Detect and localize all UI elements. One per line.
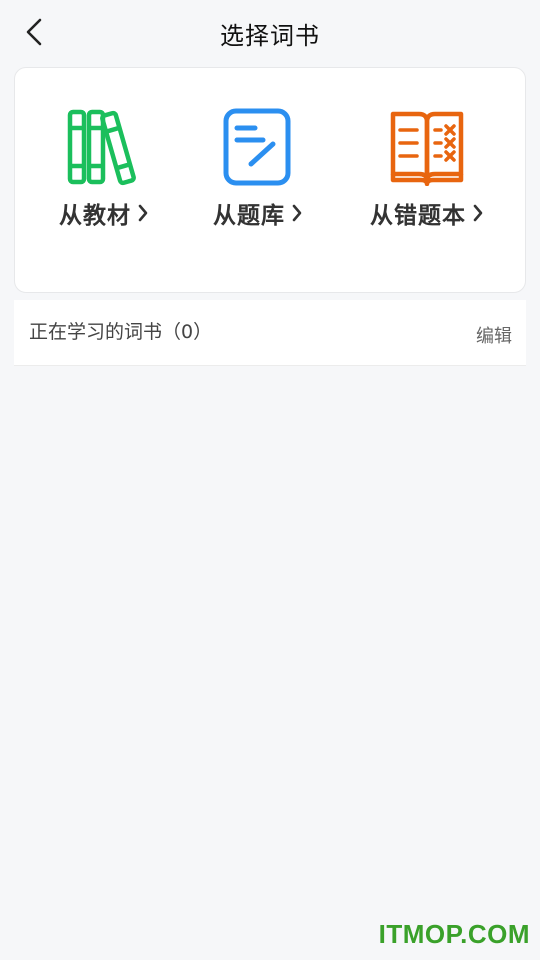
studying-section-header: 正在学习的词书（0） 编辑: [14, 300, 526, 366]
from-error-notebook-option[interactable]: 从错题本: [357, 108, 497, 229]
chevron-right-icon: [137, 203, 149, 223]
watermark: ITMOP.COM: [378, 919, 530, 949]
studying-title: 正在学习的词书（0）: [29, 321, 213, 343]
chevron-right-icon: [291, 203, 303, 223]
from-question-bank-label: 从题库: [213, 203, 285, 229]
screen: 选择词书 从教材 从题库 从错题本 正在学习的词书（0） 编辑 ITMOP.CO…: [0, 0, 540, 960]
books-icon: [66, 108, 142, 188]
from-textbook-option[interactable]: 从教材: [39, 108, 169, 229]
top-bar: 选择词书: [0, 0, 540, 66]
source-card: 从教材 从题库 从错题本: [14, 67, 526, 293]
open-book-error-icon: [389, 108, 465, 188]
chevron-right-icon: [472, 203, 484, 223]
page-title: 选择词书: [220, 22, 320, 50]
from-textbook-label: 从教材: [59, 203, 131, 229]
from-question-bank-option[interactable]: 从题库: [193, 108, 323, 229]
edit-note-icon: [223, 108, 293, 188]
from-error-notebook-label: 从错题本: [370, 203, 466, 229]
edit-button[interactable]: 编辑: [476, 322, 512, 348]
